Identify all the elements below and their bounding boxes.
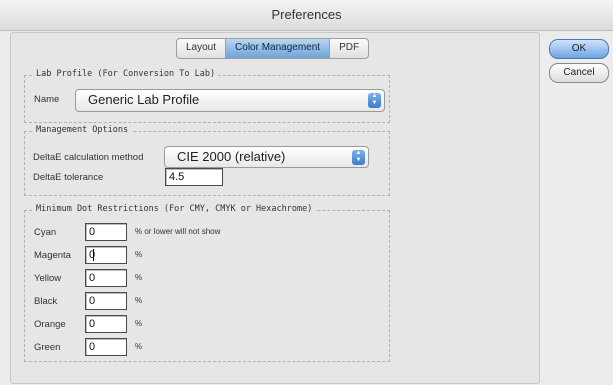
tab-bar: Layout Color Management PDF [176, 38, 370, 59]
lab-profile-select[interactable]: Generic Lab Profile ▲ ▼ [75, 89, 385, 112]
management-options-group: Management Options DeltaE calculation me… [24, 125, 390, 196]
magenta-label: Magenta [34, 250, 71, 261]
cancel-button[interactable]: Cancel [549, 63, 609, 83]
min-dot-legend: Minimum Dot Restrictions (For CMY, CMYK … [33, 204, 316, 214]
black-label: Black [34, 296, 58, 307]
lab-profile-group: Lab Profile (For Conversion To Lab) Name… [24, 69, 390, 123]
lab-profile-value: Generic Lab Profile [88, 92, 200, 107]
green-label: Green [34, 342, 61, 353]
yellow-input[interactable]: 0 [85, 269, 127, 287]
yellow-suffix: % [135, 273, 143, 282]
preferences-window: Preferences Layout Color Management PDF … [0, 0, 613, 385]
tab-color-management[interactable]: Color Management [226, 39, 331, 58]
cyan-input[interactable]: 0 [85, 223, 127, 241]
window-title: Preferences [271, 7, 342, 22]
black-suffix: % [135, 296, 143, 305]
ok-button[interactable]: OK [549, 39, 609, 59]
deltae-method-select[interactable]: CIE 2000 (relative) ▲ ▼ [164, 146, 369, 168]
tab-layout[interactable]: Layout [177, 39, 227, 58]
black-input[interactable]: 0 [85, 292, 127, 310]
select-arrows-icon: ▲ ▼ [368, 93, 381, 108]
deltae-tolerance-label: DeltaE tolerance [33, 172, 104, 183]
orange-input[interactable]: 0 [85, 315, 127, 333]
min-dot-group: Minimum Dot Restrictions (For CMY, CMYK … [24, 204, 390, 362]
orange-suffix: % [135, 319, 143, 328]
name-label: Name [34, 94, 60, 105]
orange-label: Orange [34, 319, 66, 330]
text-caret [93, 249, 94, 261]
green-input[interactable]: 0 [85, 338, 127, 356]
management-options-legend: Management Options [33, 125, 132, 135]
deltae-tolerance-input[interactable]: 4.5 [165, 168, 223, 186]
cyan-label: Cyan [34, 227, 57, 238]
deltae-method-label: DeltaE calculation method [33, 152, 144, 163]
tab-pdf[interactable]: PDF [330, 39, 368, 58]
select-arrows-icon: ▲ ▼ [352, 150, 365, 165]
magenta-input[interactable]: 0 [85, 246, 127, 264]
lab-profile-legend: Lab Profile (For Conversion To Lab) [33, 69, 219, 79]
title-bar[interactable]: Preferences [0, 0, 613, 31]
yellow-label: Yellow [34, 273, 62, 284]
magenta-suffix: % [135, 250, 143, 259]
green-suffix: % [135, 342, 143, 351]
deltae-method-value: CIE 2000 (relative) [177, 149, 286, 164]
cyan-suffix: % or lower will not show [135, 227, 221, 236]
